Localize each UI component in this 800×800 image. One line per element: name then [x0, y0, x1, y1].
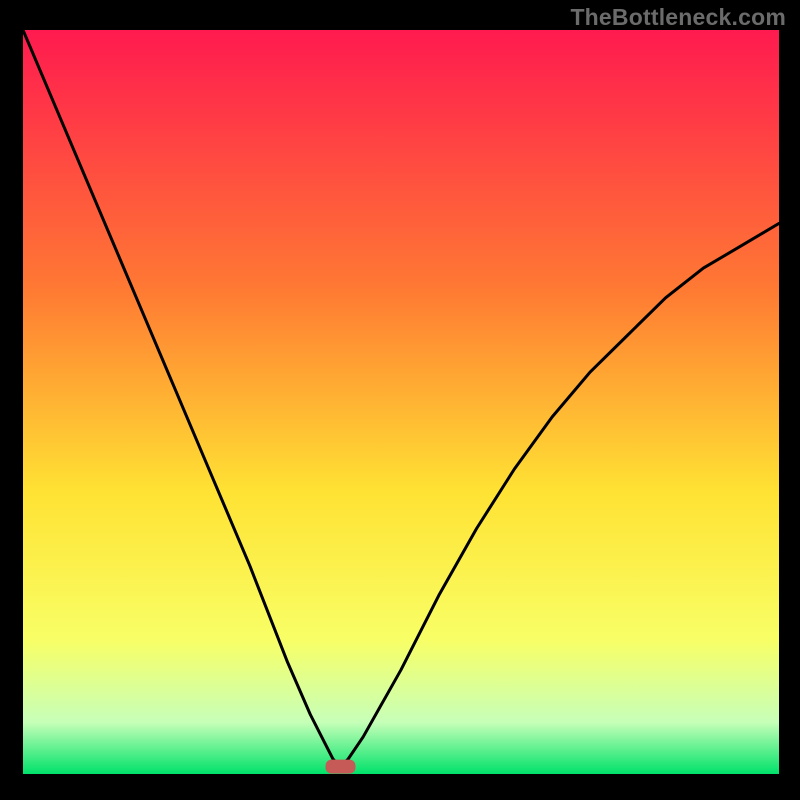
bottleneck-chart: [23, 30, 779, 774]
gradient-background: [23, 30, 779, 774]
plot-area: [23, 30, 779, 774]
minimum-marker: [326, 760, 356, 774]
watermark-text: TheBottleneck.com: [570, 4, 786, 31]
chart-frame: TheBottleneck.com: [0, 0, 800, 800]
